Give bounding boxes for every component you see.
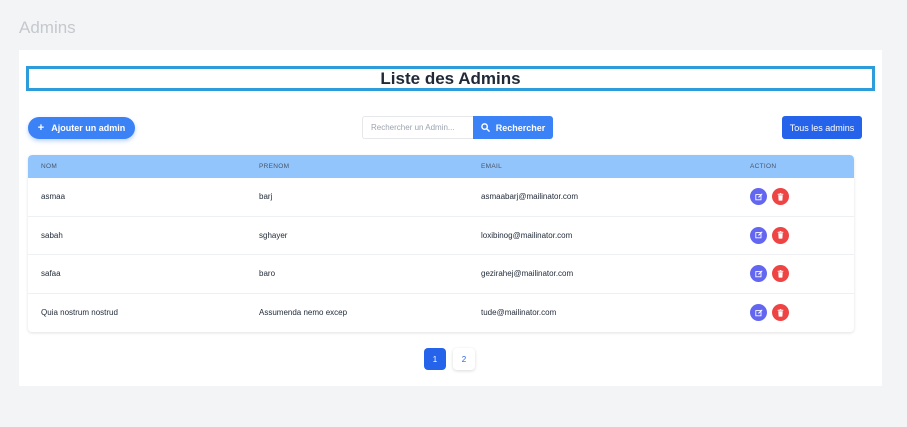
row-actions (750, 265, 789, 283)
table-header: NOM PRENOM EMAIL ACTION (28, 155, 854, 178)
edit-icon (754, 231, 763, 239)
table-row: asmaa barj asmaabarj@mailinator.com (28, 178, 854, 217)
cell-nom: asmaa (41, 192, 66, 202)
header-email: EMAIL (481, 163, 503, 170)
table-row: safaa baro gezirahej@mailinator.com (28, 255, 854, 294)
search-icon (480, 123, 490, 132)
edit-button[interactable] (750, 226, 767, 244)
cell-nom: Quia nostrum nostrud (41, 308, 118, 318)
table-row: sabah sghayer loxibinog@mailinator.com (28, 217, 854, 255)
edit-button[interactable] (750, 265, 767, 283)
delete-button[interactable] (772, 188, 789, 206)
search-button-label: Rechercher (495, 122, 546, 133)
page-2-button[interactable]: 2 (453, 348, 475, 370)
header-prenom: PRENOM (259, 163, 290, 170)
trash-icon (777, 308, 784, 317)
pagination: 1 2 (424, 348, 475, 370)
cell-prenom: Assumenda nemo excep (259, 308, 348, 318)
cell-nom: sabah (41, 230, 63, 240)
table-row: Quia nostrum nostrud Assumenda nemo exce… (28, 294, 854, 333)
edit-icon (754, 309, 763, 316)
title-box: Liste des Admins (26, 66, 875, 91)
search-group: Rechercher (362, 116, 553, 139)
plus-icon: + (37, 122, 45, 134)
trash-icon (777, 269, 784, 278)
cell-nom: safaa (41, 269, 61, 279)
row-actions (750, 226, 789, 244)
edit-button[interactable] (750, 188, 767, 206)
add-admin-button[interactable]: + Ajouter un admin (28, 117, 135, 139)
cell-email: loxibinog@mailinator.com (481, 230, 573, 240)
cell-prenom: sghayer (259, 230, 288, 240)
page-heading: Admins (19, 18, 76, 37)
trash-icon (777, 192, 784, 201)
search-button[interactable]: Rechercher (473, 116, 553, 139)
row-actions (750, 304, 789, 322)
cell-email: gezirahej@mailinator.com (481, 269, 574, 279)
all-admins-button[interactable]: Tous les admins (782, 116, 862, 139)
trash-icon (777, 231, 784, 239)
admins-table: NOM PRENOM EMAIL ACTION asmaa barj asmaa… (28, 155, 854, 332)
add-admin-label: Ajouter un admin (51, 123, 126, 133)
admins-card: Liste des Admins + Ajouter un admin Rech… (19, 50, 882, 386)
cell-email: tude@mailinator.com (481, 308, 557, 318)
edit-icon (754, 193, 763, 200)
cell-email: asmaabarj@mailinator.com (481, 192, 579, 202)
page-1-button[interactable]: 1 (424, 348, 446, 370)
delete-button[interactable] (772, 304, 789, 322)
delete-button[interactable] (772, 226, 789, 244)
cell-prenom: barj (259, 192, 273, 202)
edit-icon (754, 270, 763, 277)
row-actions (750, 188, 789, 206)
edit-button[interactable] (750, 304, 767, 322)
delete-button[interactable] (772, 265, 789, 283)
header-action: ACTION (750, 163, 777, 170)
header-nom: NOM (41, 163, 58, 170)
page-title: Liste des Admins (380, 68, 521, 88)
search-input[interactable] (362, 116, 473, 139)
cell-prenom: baro (259, 269, 276, 279)
